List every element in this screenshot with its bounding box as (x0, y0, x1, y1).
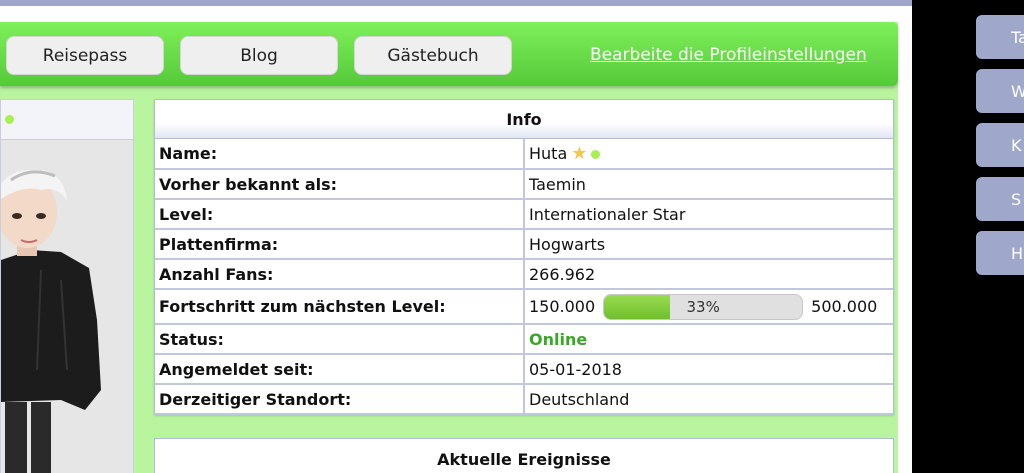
row-value: 266.962 (524, 259, 893, 290)
progress-to: 500.000 (811, 297, 878, 316)
side-tab[interactable]: S (976, 177, 1024, 221)
table-row: Level: Internationaler Star (155, 199, 893, 230)
table-row: Fortschritt zum nächsten Level: 150.000 … (155, 289, 893, 325)
info-panel: Info Name: Huta ★ Vorher bekannt als: Tae… (154, 99, 894, 415)
row-key: Angemeldet seit: (155, 354, 525, 385)
events-panel: Aktuelle Ereignisse (154, 438, 894, 473)
table-row: Angemeldet seit: 05-01-2018 (155, 354, 893, 385)
table-row: Plattenfirma: Hogwarts (155, 229, 893, 260)
events-title: Aktuelle Ereignisse (437, 449, 611, 469)
info-table: Name: Huta ★ Vorher bekannt als: Taemin L… (155, 139, 893, 415)
player-name: Huta (529, 144, 568, 163)
row-value: 150.000 33% 500.000 (524, 289, 893, 325)
side-tab[interactable]: W (976, 69, 1024, 113)
row-value: Huta ★ (524, 139, 893, 170)
row-value: Hogwarts (524, 229, 893, 260)
online-indicator-icon (5, 115, 14, 124)
star-icon: ★ (571, 143, 588, 164)
row-key: Anzahl Fans: (155, 259, 525, 290)
row-value: Taemin (524, 169, 893, 200)
row-value: Internationaler Star (524, 199, 893, 230)
row-key: Fortschritt zum nächsten Level: (155, 289, 525, 325)
row-key: Vorher bekannt als: (155, 169, 525, 200)
profile-nav-bar: Reisepass Blog Gästebuch Bearbeite die P… (0, 22, 898, 86)
row-value: Online (524, 324, 893, 355)
status-badge: Online (529, 329, 588, 349)
table-row: Anzahl Fans: 266.962 (155, 259, 893, 290)
table-row: Derzeitiger Standort: Deutschland (155, 384, 893, 415)
row-value: 05-01-2018 (524, 354, 893, 385)
edit-profile-settings-link[interactable]: Bearbeite die Profileinstellungen (590, 45, 867, 65)
side-tab[interactable]: Ta (976, 15, 1024, 59)
table-row: Vorher bekannt als: Taemin (155, 169, 893, 200)
row-key: Plattenfirma: (155, 229, 525, 260)
progress-bar: 33% (603, 293, 804, 320)
avatar-panel-header (1, 100, 133, 140)
blog-button[interactable]: Blog (180, 36, 338, 75)
table-row: Status: Online (155, 324, 893, 355)
side-tab[interactable]: K (976, 123, 1024, 167)
avatar[interactable] (1, 140, 135, 473)
table-row: Name: Huta ★ (155, 139, 893, 170)
progress-from: 150.000 (529, 297, 596, 316)
avatar-panel (0, 99, 134, 473)
row-key: Status: (155, 324, 525, 355)
progress-percent: 33% (686, 297, 720, 316)
side-tab[interactable]: H (976, 231, 1024, 275)
row-value: Deutschland (524, 384, 893, 415)
online-indicator-icon (591, 150, 601, 159)
info-title: Info (155, 100, 893, 139)
passport-button[interactable]: Reisepass (6, 36, 164, 75)
guestbook-button[interactable]: Gästebuch (354, 36, 512, 75)
row-key: Level: (155, 199, 525, 230)
level-progress: 150.000 33% 500.000 (529, 293, 889, 320)
row-key: Name: (155, 139, 525, 170)
row-key: Derzeitiger Standort: (155, 384, 525, 415)
